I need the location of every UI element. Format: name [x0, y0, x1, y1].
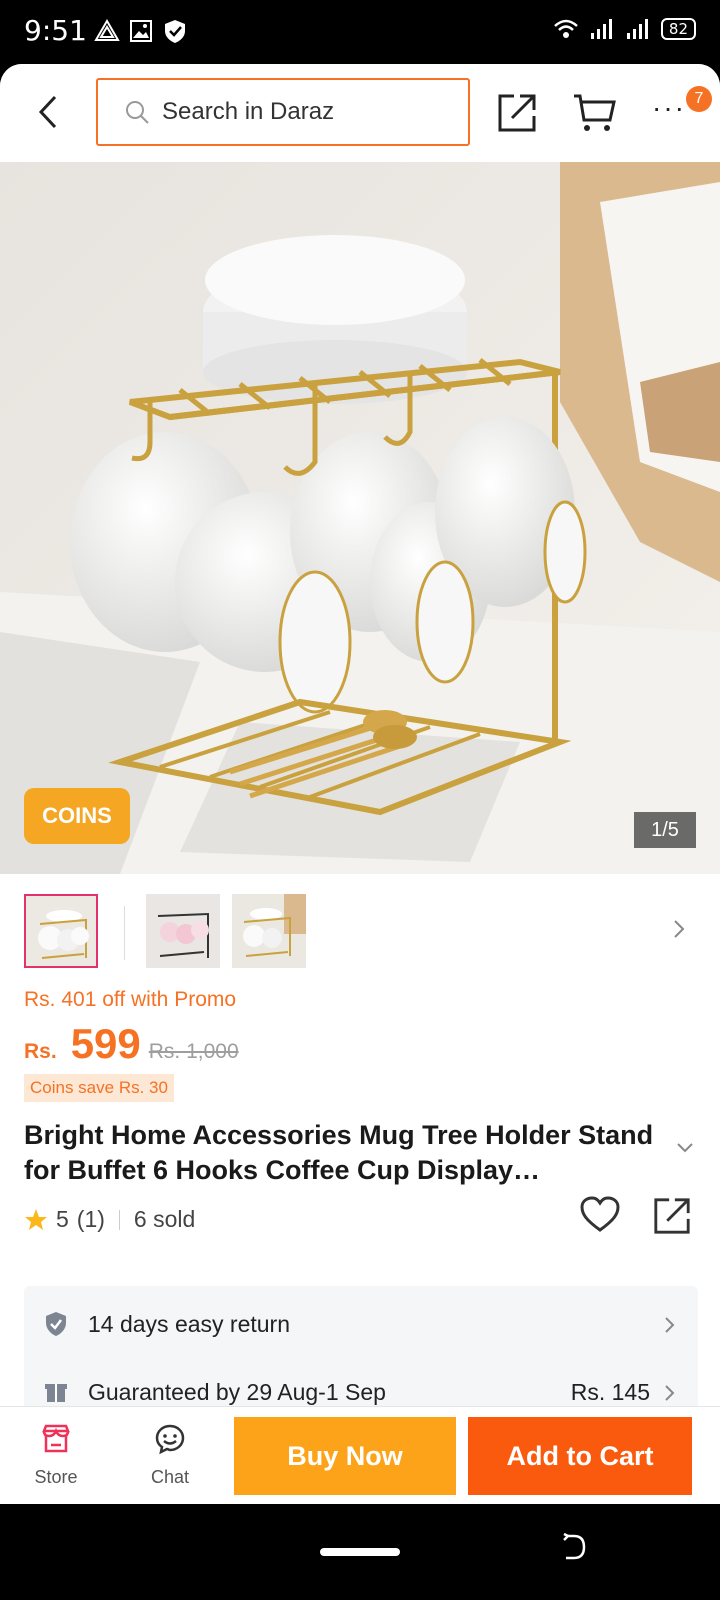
price-value: 599	[70, 1020, 141, 1067]
thumbnail-1[interactable]	[24, 894, 98, 968]
system-navigation-bar	[0, 1504, 720, 1600]
top-header: ··· 7	[0, 64, 720, 160]
share-button[interactable]	[496, 92, 538, 134]
thumbnail-image	[26, 896, 96, 966]
image-counter: 1/5	[634, 812, 696, 848]
product-image[interactable]: COINS 1/5	[0, 162, 720, 874]
original-price: Rs. 1,000	[148, 1040, 239, 1063]
thumbnail-3[interactable]	[232, 894, 306, 968]
gallery-icon	[130, 20, 152, 42]
thumbnail-strip	[0, 894, 720, 974]
chevron-right-icon	[665, 1385, 675, 1401]
back-button[interactable]	[28, 90, 68, 134]
drive-icon	[94, 19, 120, 41]
store-label: Store	[34, 1467, 78, 1487]
search-input[interactable]	[162, 98, 432, 126]
cart-icon	[574, 94, 616, 131]
home-gesture-pill[interactable]	[320, 1548, 400, 1556]
buy-now-button[interactable]: Buy Now	[234, 1417, 456, 1495]
share-icon[interactable]	[652, 1196, 692, 1236]
review-count: (1)	[76, 1206, 105, 1232]
star-icon	[25, 1208, 47, 1230]
chevron-right-icon[interactable]	[672, 918, 686, 940]
status-time: 9:51	[24, 14, 87, 47]
thumbnail-image	[232, 894, 306, 968]
product-photo	[0, 162, 720, 874]
shield-check-icon	[46, 1312, 66, 1336]
delivery-icon	[45, 1384, 67, 1402]
thumbnail-divider	[124, 906, 125, 960]
wifi-icon	[554, 19, 578, 38]
status-system-icons: 82	[553, 18, 696, 40]
search-icon	[126, 101, 149, 124]
price-row: Rs. 599 Rs. 1,000	[24, 1020, 239, 1068]
coins-tag: COINS	[24, 788, 130, 844]
coins-save-badge: Coins save Rs. 30	[24, 1074, 174, 1102]
bottom-action-bar: Store Chat Buy Now Add to Cart	[0, 1406, 720, 1504]
search-bar[interactable]	[96, 78, 470, 146]
heart-icon[interactable]	[580, 1196, 620, 1234]
status-notification-icons	[94, 18, 188, 44]
delivery-text: Guaranteed by 29 Aug-1 Sep	[88, 1378, 386, 1405]
chat-icon	[155, 1424, 185, 1455]
cart-count-badge: 7	[686, 86, 712, 112]
more-options-icon[interactable]: ···	[652, 94, 692, 122]
chevron-left-icon	[38, 95, 57, 129]
shield-icon	[165, 20, 185, 43]
delivery-fee: Rs. 145	[570, 1378, 650, 1405]
rating-value: 5	[56, 1206, 69, 1232]
return-policy-text: 14 days easy return	[88, 1310, 291, 1337]
chat-label: Chat	[150, 1467, 190, 1487]
thumbnail-2[interactable]	[146, 894, 220, 968]
chevron-down-icon[interactable]	[676, 1142, 694, 1154]
share-icon	[498, 94, 536, 132]
product-title: Bright Home Accessories Mug Tree Holder …	[24, 1120, 654, 1185]
rating-row[interactable]: 5 (1) 6 sold	[24, 1206, 195, 1233]
signal-icon	[626, 19, 648, 39]
price-currency: Rs.	[24, 1040, 57, 1063]
thumbnail-image	[146, 894, 220, 968]
chevron-right-icon	[665, 1317, 675, 1333]
store-icon	[42, 1424, 70, 1453]
signal-icon	[590, 19, 612, 39]
return-policy-row[interactable]: 14 days easy return	[24, 1294, 698, 1354]
chat-button[interactable]: Chat	[130, 1407, 210, 1503]
promo-text: Rs. 401 off with Promo	[24, 988, 237, 1011]
store-button[interactable]: Store	[16, 1407, 96, 1503]
status-bar: 9:51 82	[0, 0, 720, 64]
sold-count: 6 sold	[133, 1206, 196, 1232]
add-to-cart-button[interactable]: Add to Cart	[468, 1417, 692, 1495]
back-gesture-icon[interactable]	[560, 1532, 588, 1562]
battery-icon: 82	[660, 18, 696, 40]
product-page: ··· 7	[0, 64, 720, 1504]
cart-button[interactable]	[572, 92, 616, 134]
rating-divider	[118, 1209, 120, 1230]
